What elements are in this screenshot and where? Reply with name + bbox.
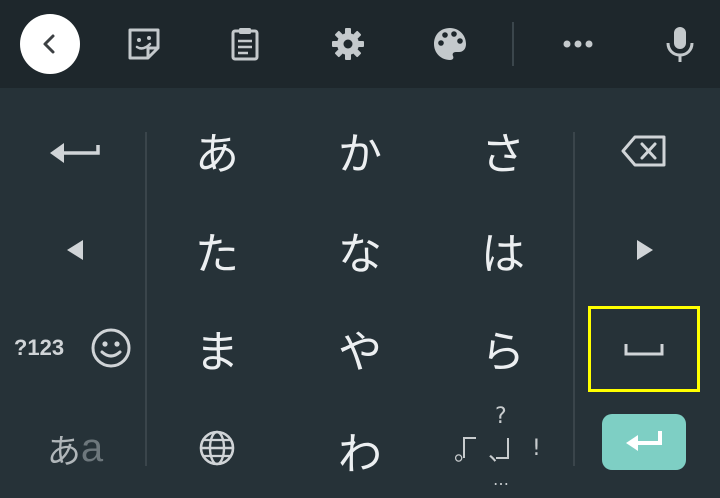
enter-arrow-icon <box>626 431 662 451</box>
keyboard-toolbar <box>0 0 720 88</box>
theme-button[interactable] <box>420 14 480 74</box>
sticker-button[interactable] <box>114 14 174 74</box>
kana-key-a[interactable]: あ <box>170 118 264 182</box>
kana-key-ma[interactable]: ま <box>170 316 264 380</box>
emoji-key[interactable] <box>86 320 136 376</box>
clipboard-button[interactable] <box>215 14 275 74</box>
back-icon <box>43 34 55 54</box>
settings-icon <box>332 28 364 60</box>
input-mode-alpha-label: a <box>80 425 104 470</box>
sticker-icon <box>128 28 160 60</box>
clipboard-icon <box>231 28 259 61</box>
toolbar-divider <box>512 22 514 66</box>
punct-bracket-icons <box>463 437 509 459</box>
left-column-divider <box>145 132 147 466</box>
undo-arrow-icon <box>50 143 100 163</box>
input-mode-toggle-key[interactable]: あa <box>30 418 120 478</box>
more-button[interactable] <box>548 14 608 74</box>
space-key[interactable] <box>588 306 700 392</box>
language-switch-key[interactable] <box>190 418 244 478</box>
mic-icon <box>666 27 694 62</box>
kana-key-ta[interactable]: た <box>170 218 264 282</box>
punct-exclaim: ! <box>532 436 541 461</box>
kana-key-na[interactable]: な <box>313 218 407 282</box>
backspace-key[interactable] <box>612 124 676 178</box>
space-bar-icon <box>624 344 664 356</box>
punct-ellipsis: … <box>493 470 509 489</box>
triangle-left-icon <box>67 240 83 260</box>
punct-question: ? <box>495 404 507 429</box>
palette-icon <box>434 28 466 60</box>
cursor-left-key[interactable] <box>45 218 105 282</box>
backspace-icon <box>621 135 666 167</box>
enter-key[interactable] <box>602 414 686 470</box>
input-mode-hiragana-label: あ <box>46 432 81 471</box>
cursor-right-key[interactable] <box>615 218 675 282</box>
kana-key-sa[interactable]: さ <box>456 118 550 182</box>
right-column-divider <box>573 132 575 466</box>
kana-key-ha[interactable]: は <box>456 218 550 282</box>
triangle-right-icon <box>637 240 653 260</box>
symbols-key[interactable]: ?123 <box>6 318 72 378</box>
kana-key-ya[interactable]: や <box>313 316 407 380</box>
emoji-icon <box>91 328 131 368</box>
settings-button[interactable] <box>318 14 378 74</box>
more-icon <box>563 40 593 48</box>
kana-key-ka[interactable]: か <box>313 118 407 182</box>
voice-input-button[interactable] <box>650 14 710 74</box>
undo-key[interactable] <box>30 118 120 182</box>
globe-icon <box>199 430 235 466</box>
kana-key-wa[interactable]: わ <box>313 418 407 482</box>
kana-key-ra[interactable]: ら <box>456 316 550 380</box>
back-button[interactable] <box>20 14 80 74</box>
